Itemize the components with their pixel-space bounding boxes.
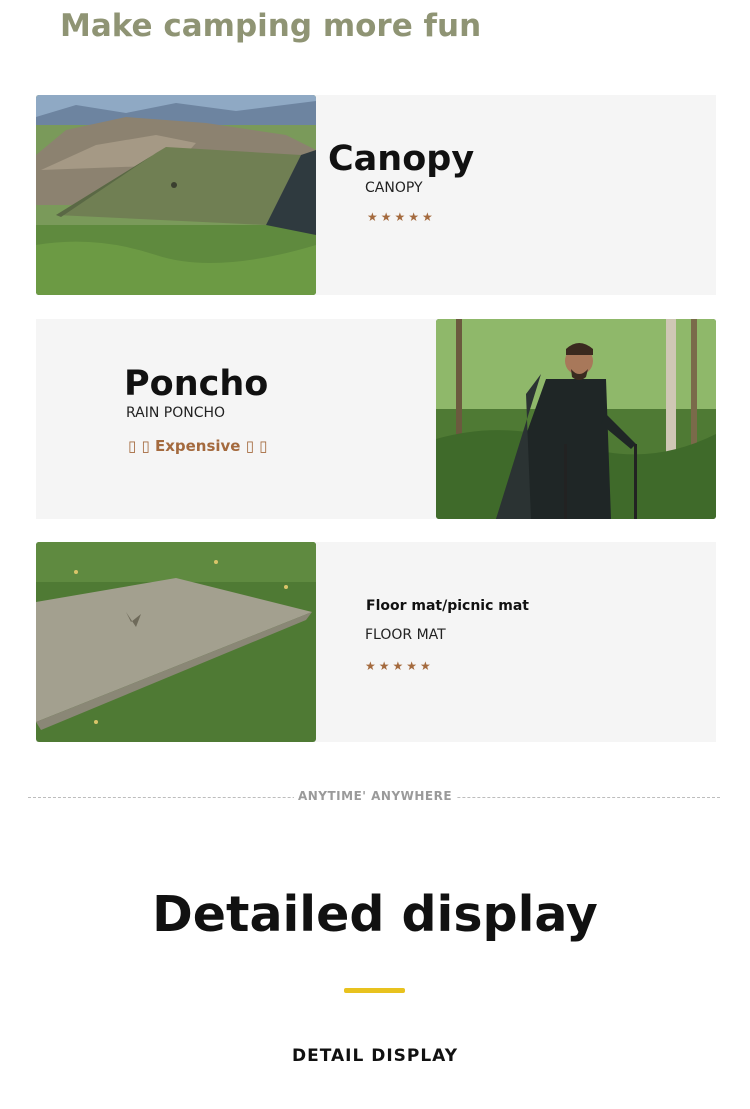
floor-mat-photo [36, 542, 316, 742]
poncho-rating: ▯ ▯ Expensive ▯ ▯ [128, 437, 268, 455]
product-card-floor-mat: Floor mat/picnic mat FLOOR MAT ★★★★★ [36, 542, 716, 742]
floor-mat-subtitle: FLOOR MAT [365, 627, 446, 643]
poncho-photo [436, 319, 716, 519]
floor-mat-title: Floor mat/picnic mat [366, 598, 530, 614]
canopy-photo [36, 95, 316, 295]
divider-label: ANYTIME' ANYWHERE [294, 789, 456, 803]
section-title: Detailed display [152, 886, 598, 943]
canopy-stars: ★★★★★ [367, 210, 436, 224]
product-card-poncho: Poncho RAIN PONCHO ▯ ▯ Expensive ▯ ▯ [36, 319, 716, 519]
poncho-subtitle: RAIN PONCHO [126, 405, 226, 421]
canopy-subtitle: CANOPY [365, 180, 423, 196]
accent-bar [344, 988, 405, 993]
page-headline: Make camping more fun [60, 8, 482, 44]
product-card-canopy: Canopy CANOPY ★★★★★ [36, 95, 716, 295]
poncho-title: Poncho [124, 364, 269, 404]
section-caption: DETAIL DISPLAY [291, 1046, 459, 1066]
floor-mat-stars: ★★★★★ [365, 659, 434, 673]
canopy-title: Canopy [328, 139, 475, 179]
